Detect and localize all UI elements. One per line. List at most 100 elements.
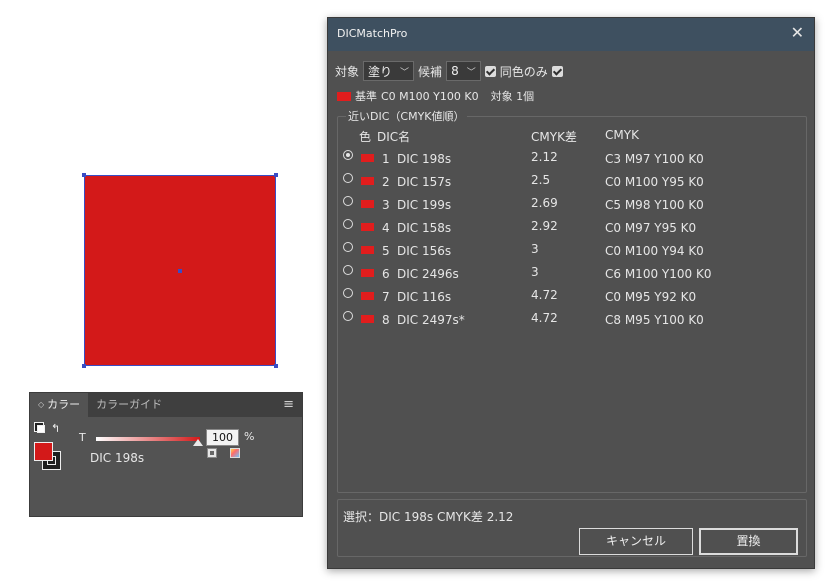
row-cmyk: C0 M97 Y95 K0 xyxy=(605,221,697,235)
row-name: DIC 157s xyxy=(397,175,452,189)
swatch-name: DIC 198s xyxy=(90,451,145,465)
tint-slider-thumb[interactable] xyxy=(193,439,203,446)
candidates-label: 候補 xyxy=(418,64,443,79)
tab-expand-icon[interactable]: ◇ xyxy=(38,393,44,417)
dialog-title-bar[interactable]: DICMatchPro ✕ xyxy=(328,18,814,51)
row-name: DIC 199s xyxy=(397,198,452,212)
selection-status: 選択：DIC 198s CMYK差 2.12 xyxy=(343,510,514,524)
list-item[interactable]: 1 DIC 198s 2.12 C3 M97 Y100 K0 xyxy=(338,150,806,174)
options-row: 対象 塗り ﹀ 候補 8 ﹀ 同色のみ xyxy=(335,61,563,81)
row-cmyk: C6 M100 Y100 K0 xyxy=(605,267,712,281)
row-diff: 4.72 xyxy=(531,311,558,325)
list-item[interactable]: 3 DIC 199s 2.69 C5 M98 Y100 K0 xyxy=(338,196,806,220)
tint-input[interactable]: 100 xyxy=(206,429,239,446)
selection-handle-top-right[interactable] xyxy=(274,173,278,177)
tint-unit: % xyxy=(244,430,255,443)
chevron-down-icon: ﹀ xyxy=(466,67,476,78)
row-diff: 4.72 xyxy=(531,288,558,302)
row-index: 7 xyxy=(382,290,390,304)
row-name: DIC 2496s xyxy=(397,267,459,281)
replace-button[interactable]: 置換 xyxy=(699,528,798,555)
row-name: DIC 2497s* xyxy=(397,313,465,327)
chevron-down-icon: ﹀ xyxy=(400,67,410,78)
cancel-button[interactable]: キャンセル xyxy=(579,528,693,555)
row-diff: 2.5 xyxy=(531,173,551,187)
candidates-select[interactable]: 8 ﹀ xyxy=(446,61,481,81)
row-name: DIC 116s xyxy=(397,290,452,304)
radio-button[interactable] xyxy=(343,173,353,183)
tab-color-guide[interactable]: カラーガイド xyxy=(88,393,170,417)
radio-button[interactable] xyxy=(343,288,353,298)
default-colors-icon[interactable] xyxy=(34,422,45,433)
row-diff: 3 xyxy=(531,265,539,279)
color-swatch xyxy=(361,292,374,300)
out-of-web-color-icon[interactable] xyxy=(207,448,217,458)
close-icon[interactable]: ✕ xyxy=(791,24,804,42)
group-title: 近いDIC（CMYK値順） xyxy=(346,108,467,124)
color-swatch xyxy=(361,223,374,231)
tint-label: T xyxy=(79,431,86,444)
row-name: DIC 158s xyxy=(397,221,452,235)
row-cmyk: C0 M95 Y92 K0 xyxy=(605,290,697,304)
row-index: 3 xyxy=(382,198,390,212)
row-diff: 2.12 xyxy=(531,150,558,164)
row-diff: 2.92 xyxy=(531,219,558,233)
color-swatch xyxy=(361,269,374,277)
base-value: C0 M100 Y100 K0 xyxy=(381,89,479,103)
list-item[interactable]: 7 DIC 116s 4.72 C0 M95 Y92 K0 xyxy=(338,288,806,312)
header-diff: CMYK差 xyxy=(531,130,577,144)
color-swatch xyxy=(361,315,374,323)
selection-handle-top-left[interactable] xyxy=(82,173,86,177)
radio-button[interactable] xyxy=(343,242,353,252)
tab-color-guide-label: カラーガイド xyxy=(96,398,163,411)
tab-color[interactable]: ◇ カラー xyxy=(30,393,89,417)
list-item[interactable]: 4 DIC 158s 2.92 C0 M97 Y95 K0 xyxy=(338,219,806,243)
tint-slider[interactable] xyxy=(96,437,200,441)
base-color-swatch xyxy=(337,91,351,101)
header-name: DIC名 xyxy=(377,130,411,144)
fill-swatch[interactable] xyxy=(34,442,53,461)
target-select[interactable]: 塗り ﹀ xyxy=(363,61,415,81)
row-cmyk: C3 M97 Y100 K0 xyxy=(605,152,704,166)
list-item[interactable]: 8 DIC 2497s* 4.72 C8 M95 Y100 K0 xyxy=(338,311,806,335)
radio-button[interactable] xyxy=(343,311,353,321)
panel-menu-icon[interactable]: ≡ xyxy=(283,393,294,417)
radio-button[interactable] xyxy=(343,219,353,229)
tab-color-label: カラー xyxy=(47,398,81,411)
row-cmyk: C0 M100 Y95 K0 xyxy=(605,175,704,189)
color-swatch xyxy=(361,246,374,254)
radio-button[interactable] xyxy=(343,196,353,206)
row-name: DIC 156s xyxy=(397,244,452,258)
target-label: 対象 xyxy=(335,64,360,79)
row-cmyk: C0 M100 Y94 K0 xyxy=(605,244,704,258)
gamut-warning-icon[interactable] xyxy=(230,448,240,458)
color-panel-tabs: ◇ カラー カラーガイド ≡ xyxy=(30,393,302,417)
row-index: 5 xyxy=(382,244,390,258)
radio-button[interactable] xyxy=(343,265,353,275)
center-point xyxy=(178,269,182,273)
list-item[interactable]: 6 DIC 2496s 3 C6 M100 Y100 K0 xyxy=(338,265,806,289)
color-panel: ◇ カラー カラーガイド ≡ ↰ T 100 % DIC 198s xyxy=(29,392,303,517)
selection-handle-bottom-right[interactable] xyxy=(274,364,278,368)
option-checkbox[interactable] xyxy=(551,65,563,77)
row-index: 8 xyxy=(382,313,390,327)
same-color-only-checkbox[interactable] xyxy=(484,65,496,77)
list-item[interactable]: 2 DIC 157s 2.5 C0 M100 Y95 K0 xyxy=(338,173,806,197)
swap-fill-stroke-icon[interactable]: ↰ xyxy=(51,422,60,435)
header-cmyk: CMYK xyxy=(605,128,639,142)
same-color-only-label: 同色のみ xyxy=(499,64,548,79)
base-info-row: 基準 C0 M100 Y100 K0 対象 1個 xyxy=(337,88,534,104)
selected-rectangle[interactable] xyxy=(82,173,278,368)
base-label: 基準 xyxy=(355,90,377,103)
row-name: DIC 198s xyxy=(397,152,452,166)
selection-handle-bottom-left[interactable] xyxy=(82,364,86,368)
row-index: 6 xyxy=(382,267,390,281)
row-diff: 2.69 xyxy=(531,196,558,210)
dialog-title: DICMatchPro xyxy=(337,27,408,40)
radio-button[interactable] xyxy=(343,150,353,160)
target-select-value: 塗り xyxy=(368,64,393,79)
row-index: 4 xyxy=(382,221,390,235)
fill-stroke-widget xyxy=(34,442,64,472)
list-item[interactable]: 5 DIC 156s 3 C0 M100 Y94 K0 xyxy=(338,242,806,266)
color-panel-body: ↰ T 100 % DIC 198s xyxy=(30,417,302,517)
